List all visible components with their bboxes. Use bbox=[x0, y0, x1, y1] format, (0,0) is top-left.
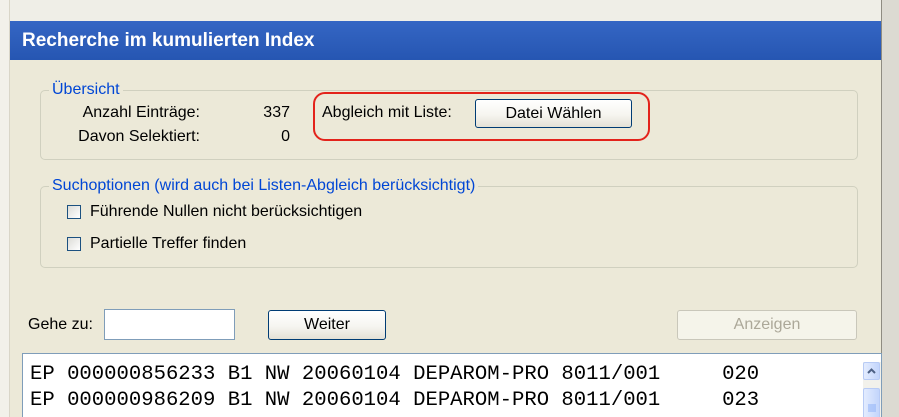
results-list[interactable]: EP 000000856233 B1 NW 20060104 DEPAROM-P… bbox=[22, 353, 882, 417]
window-frame-top bbox=[0, 0, 881, 21]
list-item[interactable]: EP 000000856233 B1 NW 20060104 DEPAROM-P… bbox=[30, 362, 759, 388]
selected-count-value: 0 bbox=[281, 128, 290, 145]
next-button[interactable]: Weiter bbox=[268, 310, 386, 340]
partial-match-checkbox[interactable] bbox=[67, 237, 81, 251]
window-frame-right bbox=[881, 0, 899, 417]
chevron-up-icon bbox=[867, 368, 876, 374]
vertical-scrollbar[interactable] bbox=[863, 362, 881, 417]
list-item[interactable]: EP 000000986209 B1 NW 20060104 DEPAROM-P… bbox=[30, 388, 759, 414]
scrollbar-thumb[interactable] bbox=[863, 388, 880, 417]
search-options-legend: Suchoptionen (wird auch bei Listen-Abgle… bbox=[49, 177, 479, 195]
grip-lines-icon bbox=[867, 404, 876, 412]
next-button-label: Weiter bbox=[304, 316, 350, 333]
leading-zeros-checkbox[interactable] bbox=[67, 205, 81, 219]
show-button-label: Anzeigen bbox=[733, 316, 801, 333]
entries-count-value: 337 bbox=[263, 104, 290, 121]
dialog-header: Recherche im kumulierten Index bbox=[10, 21, 881, 60]
entries-count-label: Anzahl Einträge: bbox=[82, 104, 200, 121]
goto-label: Gehe zu: bbox=[28, 316, 93, 333]
results-rows: EP 000000856233 B1 NW 20060104 DEPAROM-P… bbox=[30, 362, 759, 414]
search-options-group: Suchoptionen (wird auch bei Listen-Abgle… bbox=[40, 177, 858, 268]
show-button[interactable]: Anzeigen bbox=[677, 310, 857, 340]
dialog-title: Recherche im kumulierten Index bbox=[22, 30, 315, 51]
goto-input[interactable] bbox=[104, 309, 235, 340]
selected-count-label: Davon Selektiert: bbox=[78, 128, 200, 145]
annotation-highlight bbox=[313, 92, 650, 141]
overview-legend: Übersicht bbox=[49, 81, 123, 99]
window-frame-left bbox=[0, 0, 10, 417]
partial-match-label[interactable]: Partielle Treffer finden bbox=[90, 235, 246, 253]
scroll-up-button[interactable] bbox=[863, 362, 880, 380]
leading-zeros-label[interactable]: Führende Nullen nicht berücksichtigen bbox=[90, 203, 362, 221]
